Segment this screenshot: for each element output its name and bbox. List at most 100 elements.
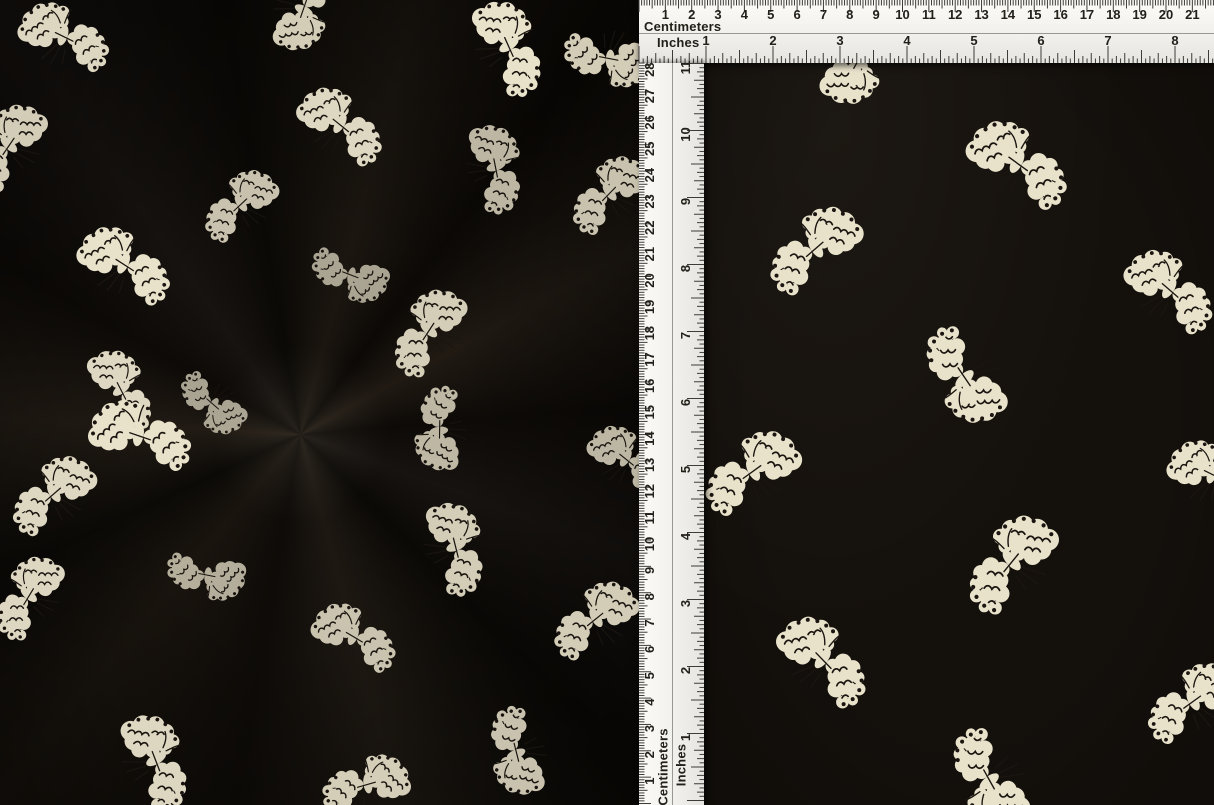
svg-text:11: 11: [678, 61, 693, 75]
svg-text:21: 21: [642, 247, 657, 261]
horizontal-ruler-ticks: 1234567891011121314151617181920211234567…: [639, 0, 1214, 63]
svg-text:6: 6: [793, 7, 800, 22]
svg-text:17: 17: [642, 352, 657, 366]
vertical-ruler: 1234567891011121314151617181920212223242…: [639, 63, 704, 805]
butterfly-print: [65, 339, 172, 446]
vertical-ruler-centimeters-label: Centimeters: [657, 728, 670, 805]
svg-text:19: 19: [642, 300, 657, 314]
svg-text:4: 4: [678, 532, 693, 540]
svg-text:16: 16: [1053, 7, 1067, 22]
horizontal-ruler: 1234567891011121314151617181920211234567…: [639, 0, 1214, 63]
svg-text:26: 26: [642, 115, 657, 129]
svg-text:5: 5: [767, 7, 774, 22]
svg-text:16: 16: [642, 379, 657, 393]
svg-text:4: 4: [903, 33, 911, 48]
svg-text:24: 24: [642, 167, 657, 182]
horizontal-ruler-inches-label: Inches: [657, 36, 699, 49]
butterfly-print: [0, 97, 63, 200]
butterfly-print: [763, 606, 877, 720]
butterfly-print: [704, 411, 819, 540]
svg-text:8: 8: [678, 265, 693, 272]
butterfly-print: [542, 566, 639, 679]
svg-text:17: 17: [1080, 7, 1094, 22]
butterfly-print: [152, 516, 265, 629]
svg-text:12: 12: [948, 7, 962, 22]
butterfly-print: [960, 510, 1070, 620]
svg-text:7: 7: [642, 619, 657, 626]
butterfly-print: [444, 0, 566, 109]
svg-text:3: 3: [678, 600, 693, 607]
svg-text:14: 14: [642, 431, 657, 446]
butterfly-print: [948, 100, 1083, 235]
svg-text:2: 2: [769, 33, 776, 48]
svg-text:6: 6: [678, 399, 693, 406]
butterfly-print: [282, 72, 395, 185]
butterfly-print: [297, 217, 406, 326]
svg-text:6: 6: [1037, 33, 1044, 48]
horizontal-ruler-centimeters-label: Centimeters: [644, 20, 721, 33]
svg-text:8: 8: [846, 7, 853, 22]
svg-text:27: 27: [642, 89, 657, 103]
butterfly-print: [89, 699, 215, 805]
svg-text:8: 8: [1171, 33, 1178, 48]
flat-fabric-swatch: [704, 0, 1214, 805]
butterfly-print: [66, 368, 211, 513]
butterfly-print: [932, 717, 1054, 805]
svg-text:25: 25: [642, 142, 657, 156]
svg-text:10: 10: [678, 127, 693, 141]
svg-text:3: 3: [836, 33, 843, 48]
butterfly-print: [59, 205, 185, 331]
butterfly-print: [380, 281, 484, 385]
butterfly-print: [294, 582, 409, 697]
svg-text:18: 18: [1106, 7, 1120, 22]
butterfly-print: [389, 485, 515, 611]
fabric-product-photo: 1234567891011121314151617181920211234567…: [0, 0, 1214, 805]
svg-text:6: 6: [642, 646, 657, 653]
butterfly-print: [0, 547, 83, 649]
svg-text:7: 7: [678, 332, 693, 339]
svg-text:20: 20: [1159, 7, 1173, 22]
butterfly-print: [911, 318, 1025, 432]
svg-text:5: 5: [642, 672, 657, 679]
butterfly-print: [460, 692, 580, 805]
svg-text:23: 23: [642, 194, 657, 208]
butterfly-print: [574, 412, 639, 513]
butterfly-print: [0, 0, 125, 103]
butterfly-print: [305, 725, 430, 805]
svg-text:20: 20: [642, 273, 657, 287]
svg-text:21: 21: [1185, 7, 1199, 22]
svg-text:9: 9: [678, 198, 693, 205]
svg-text:13: 13: [642, 458, 657, 472]
butterfly-print: [547, 0, 639, 118]
svg-text:9: 9: [642, 567, 657, 574]
svg-text:11: 11: [922, 7, 936, 22]
svg-text:7: 7: [1104, 33, 1111, 48]
svg-text:2: 2: [678, 667, 693, 674]
butterfly-print: [1134, 644, 1214, 766]
svg-text:5: 5: [678, 466, 693, 473]
butterfly-print: [431, 107, 553, 229]
svg-text:15: 15: [642, 405, 657, 419]
svg-text:14: 14: [1001, 7, 1016, 22]
svg-text:12: 12: [642, 484, 657, 498]
svg-text:1: 1: [678, 734, 693, 741]
svg-text:7: 7: [820, 7, 827, 22]
svg-text:11: 11: [642, 511, 657, 525]
svg-text:5: 5: [970, 33, 977, 48]
svg-text:28: 28: [642, 62, 657, 76]
draped-fabric-photo: [0, 0, 639, 805]
svg-text:4: 4: [642, 698, 657, 706]
svg-text:19: 19: [1132, 7, 1146, 22]
butterfly-print: [242, 0, 357, 66]
svg-text:1: 1: [702, 33, 709, 48]
vertical-ruler-inches-label: Inches: [675, 744, 688, 786]
butterfly-print: [172, 359, 259, 446]
svg-text:15: 15: [1027, 7, 1041, 22]
butterfly-print: [1, 442, 111, 552]
svg-text:18: 18: [642, 326, 657, 340]
butterfly-print: [757, 191, 879, 313]
butterfly-print: [1109, 235, 1214, 351]
svg-text:22: 22: [642, 221, 657, 235]
butterfly-print: [195, 159, 291, 255]
butterfly-print: [383, 370, 503, 490]
